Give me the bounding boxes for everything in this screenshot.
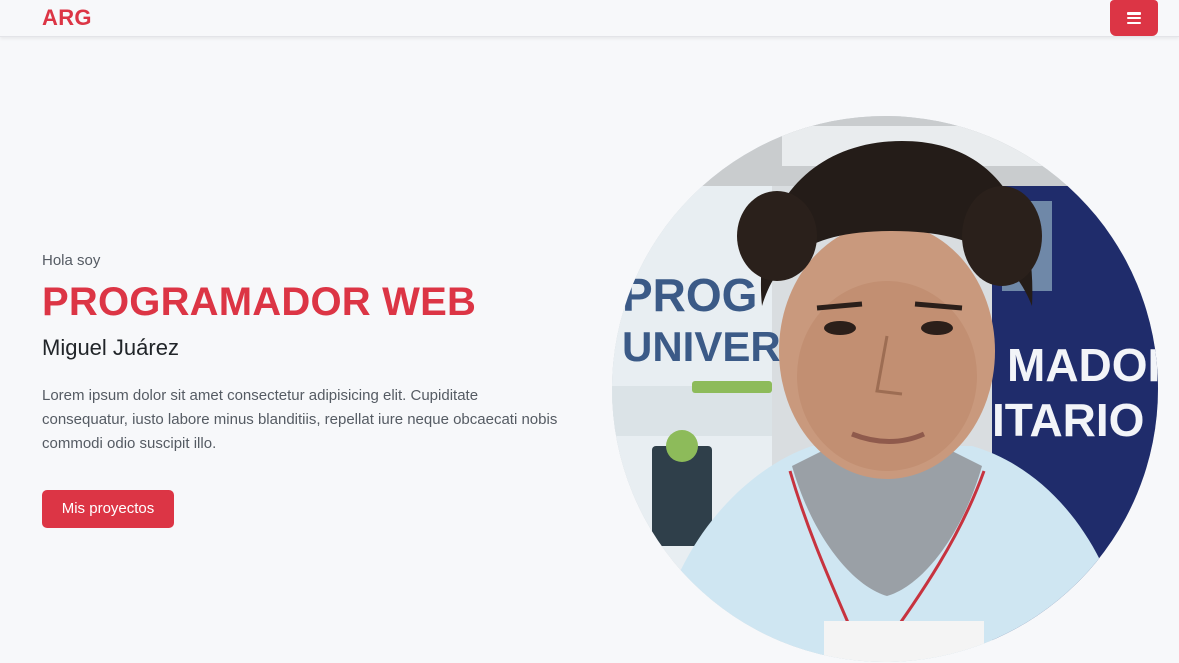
profile-photo: PROG UNIVER MADOR ITARIO [612, 116, 1158, 662]
sign-text-right-2: ITARIO [992, 394, 1144, 446]
sign-text-left-1: PROG [622, 269, 757, 321]
hero-greeting: Hola soy [42, 252, 101, 269]
sign-text-left-2: UNIVER [622, 323, 781, 370]
my-projects-button[interactable]: Mis proyectos [42, 490, 174, 528]
hero-headline: PROGRAMADOR WEB [42, 280, 477, 324]
sign-text-right-1: MADOR [1007, 339, 1158, 391]
hero-description: Lorem ipsum dolor sit amet consectetur a… [42, 387, 558, 452]
hero-name: Miguel Juárez [42, 335, 179, 360]
hero-section: Hola soy PROGRAMADOR WEB Miguel Juárez L… [42, 248, 582, 456]
menu-toggle-button[interactable] [1110, 0, 1158, 36]
navbar: ARG [0, 0, 1179, 37]
brand-logo[interactable]: ARG [42, 4, 92, 32]
hamburger-menu-icon [1127, 12, 1141, 24]
